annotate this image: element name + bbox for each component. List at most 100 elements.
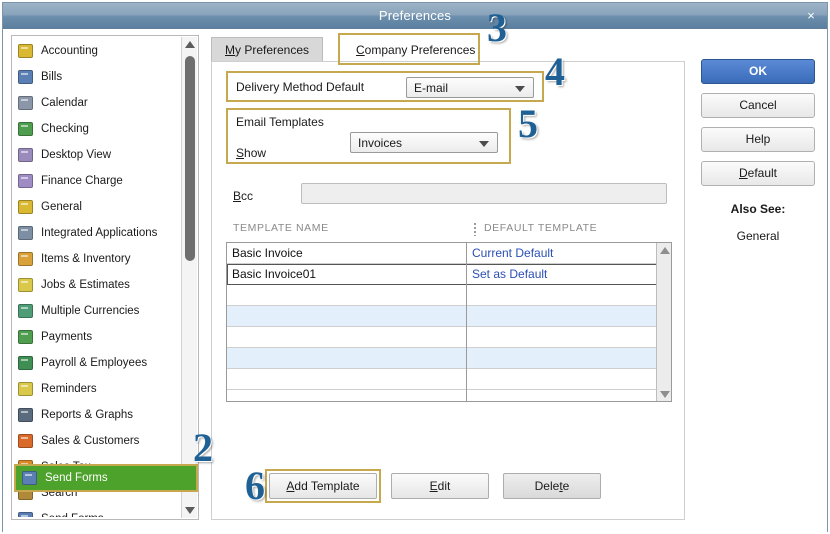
multiple-currencies-icon	[18, 304, 33, 318]
dialog-body: Accounting Bills Calendar Checking Desktop V…	[3, 29, 827, 533]
accounting-icon	[18, 44, 33, 58]
chevron-down-icon	[479, 141, 489, 147]
bills-icon	[18, 70, 33, 84]
sidebar-item-label: Reports & Graphs	[41, 409, 134, 421]
window-title: Preferences	[378, 8, 452, 23]
preferences-dialog-screenshot: Preferences × Accounting Bills Calendar Che…	[0, 0, 830, 534]
items-inventory-icon	[18, 252, 33, 266]
help-button[interactable]: Help	[701, 127, 815, 152]
desktop-view-icon	[18, 148, 33, 162]
bcc-input[interactable]	[301, 183, 667, 204]
table-row[interactable]: Basic Invoice Current Default	[227, 243, 671, 264]
sidebar-item-label: Items & Inventory	[41, 253, 131, 265]
sidebar-item-label: Bills	[41, 71, 63, 83]
close-icon[interactable]: ×	[801, 7, 821, 25]
template-table[interactable]: Basic Invoice Current Default Basic Invoic…	[226, 242, 672, 402]
tab-bar: My Preferences Company Preferences	[211, 33, 685, 65]
sidebar-item-reminders[interactable]: Reminders	[12, 376, 182, 402]
table-scrollbar[interactable]	[656, 243, 671, 401]
table-row[interactable]	[227, 306, 671, 327]
sidebar-item-sales-customers[interactable]: Sales & Customers	[12, 428, 182, 454]
sidebar-item-label: Calendar	[41, 97, 88, 109]
delivery-method-label: Delivery Method Default	[236, 80, 365, 94]
sidebar-item-bills[interactable]: Bills	[12, 64, 182, 90]
also-see-general-link[interactable]: General	[701, 229, 815, 243]
table-row[interactable]	[227, 369, 671, 390]
also-see-label: Also See:	[730, 202, 786, 216]
payroll-employees-icon	[18, 356, 33, 370]
add-template-button[interactable]: Add Template	[269, 473, 377, 499]
sidebar-scrollbar-thumb[interactable]	[185, 56, 195, 261]
edit-button[interactable]: Edit	[391, 473, 489, 499]
table-row[interactable]	[227, 348, 671, 369]
sidebar-item-list[interactable]: Accounting Bills Calendar Checking Desktop V…	[12, 38, 182, 517]
delivery-method-value: E-mail	[414, 81, 449, 95]
sidebar-item-items-inventory[interactable]: Items & Inventory	[12, 246, 182, 272]
delivery-method-group: Delivery Method Default E-mail	[226, 71, 544, 102]
cell-default-template[interactable]: Set as Default	[472, 264, 547, 285]
sidebar-item-send-forms[interactable]: Send Forms	[12, 506, 182, 517]
sidebar-item-accounting[interactable]: Accounting	[12, 38, 182, 64]
cell-default-template[interactable]: Current Default	[472, 243, 553, 264]
ok-button[interactable]: OK	[701, 59, 815, 84]
column-resize-handle[interactable]	[474, 223, 476, 236]
show-label: Show	[236, 146, 267, 160]
tab-company-preferences[interactable]: Company Preferences	[342, 37, 490, 61]
title-bar: Preferences ×	[3, 3, 827, 29]
reminders-icon	[18, 382, 33, 396]
scroll-down-arrow-icon[interactable]	[182, 503, 198, 518]
payments-icon	[18, 330, 33, 344]
cell-template-name: Basic Invoice01	[232, 267, 317, 281]
preferences-window: Preferences × Accounting Bills Calendar Che…	[2, 2, 828, 533]
sidebar-item-label: Desktop View	[41, 149, 112, 161]
sidebar-item-payroll-employees[interactable]: Payroll & Employees	[12, 350, 182, 376]
sidebar-item-finance-charge[interactable]: Finance Charge	[12, 168, 182, 194]
sidebar-item-jobs-estimates[interactable]: Jobs & Estimates	[12, 272, 182, 298]
column-header-template-name: TEMPLATE NAME	[233, 222, 329, 234]
sidebar-item-label: Reminders	[41, 383, 97, 395]
cancel-button[interactable]: Cancel	[701, 93, 815, 118]
preferences-main-panel: My Preferences Company Preferences Deliv…	[211, 33, 685, 520]
template-table-body[interactable]: Basic Invoice Current Default Basic Invoic…	[227, 243, 671, 390]
table-row[interactable]	[227, 285, 671, 306]
tab-my-preferences[interactable]: My Preferences	[211, 37, 324, 61]
preferences-sidebar: Accounting Bills Calendar Checking Desktop V…	[11, 35, 199, 520]
sidebar-item-checking[interactable]: Checking	[12, 116, 182, 142]
default-label-rest: efault	[747, 166, 778, 180]
company-preferences-panel: Delivery Method Default E-mail Email Tem…	[211, 61, 685, 520]
table-row[interactable]: Basic Invoice01 Set as Default	[227, 264, 671, 285]
general-icon	[18, 200, 33, 214]
sales-customers-icon	[18, 434, 33, 448]
show-template-type-dropdown[interactable]: Invoices	[350, 132, 498, 153]
delete-label-b: e	[562, 479, 570, 493]
sidebar-item-general[interactable]: General	[12, 194, 182, 220]
send-forms-icon	[22, 471, 37, 485]
sidebar-item-label: Send Forms	[41, 513, 104, 517]
table-scroll-up-arrow-icon[interactable]	[657, 243, 671, 257]
default-button[interactable]: Default	[701, 161, 815, 186]
send-forms-icon	[18, 512, 33, 517]
sidebar-item-calendar[interactable]: Calendar	[12, 90, 182, 116]
tab-my-preferences-label-rest: y Preferences	[235, 43, 310, 57]
sidebar-item-reports-graphs[interactable]: Reports & Graphs	[12, 402, 182, 428]
checking-icon	[18, 122, 33, 136]
sidebar-item-label: Checking	[41, 123, 89, 135]
table-row[interactable]	[227, 327, 671, 348]
sidebar-item-multiple-currencies[interactable]: Multiple Currencies	[12, 298, 182, 324]
sidebar-item-desktop-view[interactable]: Desktop View	[12, 142, 182, 168]
delivery-method-dropdown[interactable]: E-mail	[406, 77, 534, 98]
delete-button[interactable]: Delete	[503, 473, 601, 499]
edit-label-rest: dit	[437, 479, 451, 493]
tab-company-preferences-label-rest: ompany Preferences	[364, 43, 476, 57]
sidebar-item-payments[interactable]: Payments	[12, 324, 182, 350]
table-scroll-down-arrow-icon[interactable]	[657, 387, 671, 401]
sidebar-item-integrated-applications[interactable]: Integrated Applications	[12, 220, 182, 246]
sidebar-scrollbar[interactable]	[181, 37, 197, 518]
sidebar-item-send-forms[interactable]: Send Forms	[14, 464, 198, 492]
email-templates-caption: Email Templates	[236, 115, 324, 129]
sidebar-item-label: Finance Charge	[41, 175, 123, 187]
bcc-label: Bcc	[233, 189, 254, 203]
sidebar-item-label: Sales & Customers	[41, 435, 140, 447]
scroll-up-arrow-icon[interactable]	[182, 37, 198, 52]
show-template-type-value: Invoices	[358, 136, 403, 150]
